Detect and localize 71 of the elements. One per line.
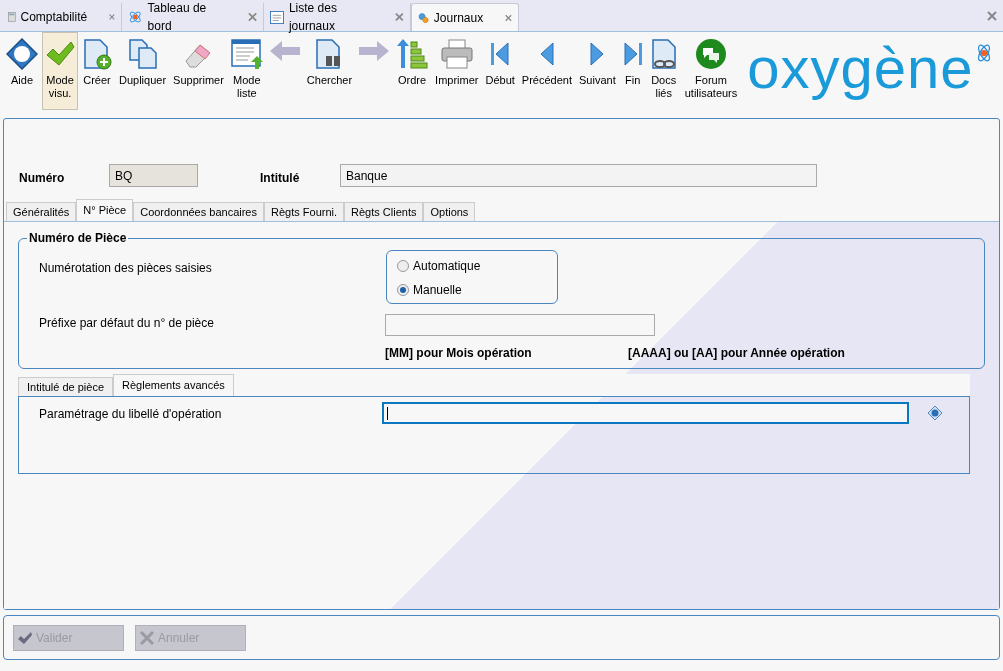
atom-icon — [128, 9, 143, 25]
operation-label-field[interactable] — [382, 402, 909, 424]
field-label: Paramétrage du libellé d'opération — [39, 406, 223, 423]
close-icon[interactable] — [505, 12, 512, 23]
toolbar-button[interactable]: Suivant — [576, 32, 619, 110]
tab-title: Journaux — [433, 9, 484, 27]
close-icon[interactable] — [109, 12, 115, 22]
forward-arrow-icon[interactable] — [358, 40, 391, 62]
form-tab[interactable]: Généralités — [6, 202, 77, 221]
toolbar-button[interactable]: Aide — [3, 32, 41, 110]
list-upload-icon — [230, 38, 263, 70]
close-icon[interactable] — [987, 11, 997, 21]
cross-icon — [139, 629, 155, 646]
next-icon — [589, 41, 606, 67]
field-label: Numérotation des pièces saisies — [39, 260, 213, 277]
number-field: BQ — [109, 164, 198, 187]
list-icon — [270, 9, 284, 25]
toolbar-button[interactable]: Docs liés — [646, 32, 681, 110]
form-tab[interactable]: Règts Clients — [344, 202, 424, 221]
duplicate-icon — [127, 38, 158, 70]
calculator-icon — [8, 9, 16, 25]
toolbar-button[interactable]: Supprimer — [170, 32, 227, 110]
toolbar-button[interactable]: Ordre — [393, 32, 432, 110]
document-tab[interactable]: Comptabilité — [2, 3, 122, 31]
tab-title: Comptabilité — [20, 9, 88, 26]
printer-icon — [440, 39, 473, 69]
radio-button[interactable] — [397, 260, 409, 272]
sub-tab[interactable]: Règlements avancés — [113, 374, 234, 396]
toolbar-button[interactable]: Créer — [79, 32, 115, 110]
toolbar-button[interactable]: Chercher — [303, 32, 356, 110]
group-title: Numéro de Pièce — [27, 231, 129, 245]
toolbar-button[interactable]: Imprimer — [432, 32, 482, 110]
document-tab[interactable]: Journaux — [411, 3, 519, 31]
form-tab[interactable]: Règts Fourni. — [264, 202, 345, 221]
form-tab[interactable]: Coordonnées bancaires — [133, 202, 264, 221]
radio-option[interactable]: Automatique — [397, 257, 547, 275]
radio-option[interactable]: Manuelle — [397, 281, 547, 299]
toolbar-button[interactable]: Mode visu. — [42, 32, 78, 110]
info-icon[interactable] — [927, 405, 943, 421]
linked-document-icon — [649, 38, 678, 70]
last-icon — [622, 41, 643, 67]
field-label: Préfixe par défaut du n° de pièce — [39, 315, 215, 332]
title-field[interactable]: Banque — [340, 164, 817, 187]
toolbar-button[interactable]: Mode liste — [227, 32, 266, 110]
prefix-field[interactable] — [385, 314, 655, 336]
form-tab[interactable]: Options — [423, 202, 476, 221]
toolbar-button[interactable]: Forum utilisateurs — [681, 32, 741, 110]
checkmark-icon — [17, 630, 33, 645]
close-icon[interactable] — [395, 12, 404, 22]
radio-button[interactable] — [397, 284, 409, 296]
field-label: Numéro — [19, 170, 66, 187]
toolbar-button[interactable]: Fin — [619, 32, 646, 110]
sub-tab[interactable]: Intitulé de pièce — [18, 377, 114, 396]
first-icon — [490, 41, 511, 67]
field-label: Intitulé — [260, 170, 301, 187]
back-arrow-icon[interactable] — [268, 40, 301, 62]
form-tab[interactable]: N° Pièce — [76, 199, 134, 221]
logo: oxygène — [747, 38, 974, 98]
checkmark-icon — [45, 40, 75, 68]
previous-icon — [538, 41, 555, 67]
hint-text: [MM] pour Mois opération — [385, 345, 533, 362]
toolbar-button[interactable]: Dupliquer — [116, 32, 170, 110]
chat-bubbles-icon — [695, 38, 727, 70]
document-tab[interactable]: Tableau de bord — [122, 3, 264, 31]
sort-order-icon — [396, 38, 429, 70]
hint-text: [AAAA] ou [AA] pour Année opération — [628, 345, 845, 362]
document-tab[interactable]: Liste des journaux — [264, 3, 411, 31]
toolbar-button[interactable]: Début — [482, 32, 518, 110]
new-document-icon — [82, 38, 112, 70]
toolbar-button[interactable]: Précédent — [518, 32, 575, 110]
close-icon[interactable] — [247, 12, 257, 22]
